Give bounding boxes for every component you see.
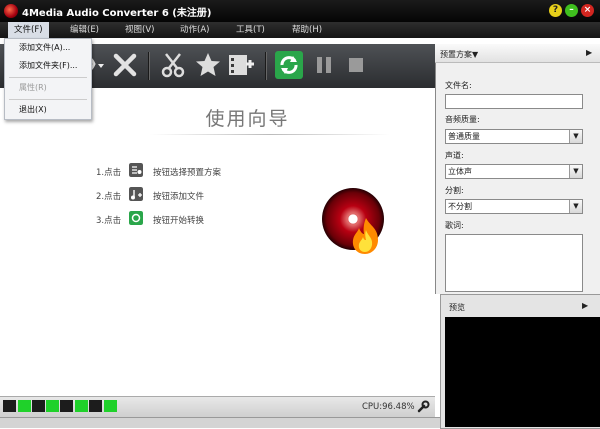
split-label: 分割: bbox=[445, 186, 464, 195]
cpu-meter-block bbox=[3, 400, 16, 412]
menu-file[interactable]: 文件(F) bbox=[8, 22, 49, 38]
chevron-down-icon: ▼ bbox=[569, 200, 582, 213]
quality-select[interactable]: 普通质量 ▼ bbox=[445, 129, 583, 144]
cpu-meter-block bbox=[89, 400, 102, 412]
panel-expand-icon[interactable]: ▶ bbox=[586, 48, 592, 57]
profile-icon bbox=[129, 163, 143, 177]
menu-edit[interactable]: 编辑(E) bbox=[64, 22, 105, 38]
step-1-number: 1.点击 bbox=[96, 168, 122, 178]
add-segment-button[interactable] bbox=[226, 50, 256, 80]
panel-header-title[interactable]: 预置方案▼ bbox=[440, 49, 478, 60]
cpu-meter-block bbox=[75, 400, 88, 412]
chevron-down-icon: ▼ bbox=[569, 165, 582, 178]
menu-separator bbox=[9, 99, 87, 100]
split-select[interactable]: 不分割 ▼ bbox=[445, 199, 583, 214]
menu-properties: 属性(R) bbox=[19, 83, 47, 92]
add-file-icon bbox=[129, 187, 143, 201]
filename-label: 文件名: bbox=[445, 81, 472, 90]
convert-button[interactable] bbox=[274, 50, 304, 80]
wrench-icon[interactable] bbox=[416, 400, 430, 414]
menu-tools[interactable]: 工具(T) bbox=[230, 22, 271, 38]
lyrics-label: 歌词: bbox=[445, 221, 464, 230]
preview-expand-icon[interactable]: ▶ bbox=[582, 301, 588, 310]
chevron-down-icon: ▼ bbox=[569, 130, 582, 143]
menu-exit[interactable]: 退出(X) bbox=[5, 102, 105, 118]
filename-input[interactable] bbox=[445, 94, 583, 109]
cpu-meter-block bbox=[18, 400, 31, 412]
window-title: 4Media Audio Converter 6 (未注册) bbox=[22, 8, 212, 19]
cpu-meter-block bbox=[32, 400, 45, 412]
cpu-usage-label: CPU:96.48% bbox=[362, 402, 415, 412]
menu-help[interactable]: 帮助(H) bbox=[286, 22, 328, 38]
remove-button[interactable] bbox=[110, 50, 140, 80]
app-logo-icon bbox=[4, 4, 18, 18]
pause-button[interactable] bbox=[309, 50, 339, 80]
toolbar-separator bbox=[265, 52, 267, 80]
channel-label: 声道: bbox=[445, 151, 464, 160]
step-2-number: 2.点击 bbox=[96, 192, 122, 202]
title-bar: 4Media Audio Converter 6 (未注册) ? – × bbox=[0, 0, 600, 22]
minimize-button[interactable]: – bbox=[565, 4, 578, 17]
cpu-meter-block bbox=[46, 400, 59, 412]
preview-label: 预览 bbox=[449, 303, 465, 312]
menu-separator bbox=[9, 77, 87, 78]
status-bar: CPU:96.48% bbox=[0, 396, 435, 417]
flame-icon bbox=[352, 218, 378, 254]
file-dropdown-menu: 添加文件(A)... 添加文件夹(F)... 属性(R) 退出(X) bbox=[4, 38, 92, 120]
preview-screen bbox=[445, 317, 600, 427]
step-1-text: 按钮选择预置方案 bbox=[153, 168, 222, 178]
menu-add-folder[interactable]: 添加文件夹(F)... bbox=[5, 58, 105, 74]
step-3-number: 3.点击 bbox=[96, 216, 122, 226]
quality-label: 音频质量: bbox=[445, 115, 480, 124]
lyrics-textarea[interactable] bbox=[445, 234, 583, 292]
cpu-meter-block bbox=[104, 400, 117, 412]
panel-header: 预置方案▼ ▶ bbox=[435, 44, 600, 63]
wizard-divider bbox=[150, 134, 390, 135]
step-2-text: 按钮添加文件 bbox=[153, 192, 205, 202]
close-window-button[interactable]: × bbox=[581, 4, 594, 17]
help-window-button[interactable]: ? bbox=[549, 4, 562, 17]
stop-button[interactable] bbox=[341, 50, 371, 80]
cpu-meter-block bbox=[60, 400, 73, 412]
menu-action[interactable]: 动作(A) bbox=[174, 22, 215, 38]
cut-button[interactable] bbox=[158, 50, 188, 80]
menu-bar: 文件(F) 编辑(E) 视图(V) 动作(A) 工具(T) 帮助(H) bbox=[0, 22, 600, 38]
effects-star-button[interactable] bbox=[193, 50, 223, 80]
menu-add-files[interactable]: 添加文件(A)... bbox=[5, 40, 105, 56]
step-3-text: 按钮开始转换 bbox=[153, 216, 205, 226]
convert-icon bbox=[129, 211, 143, 225]
menu-view[interactable]: 视图(V) bbox=[119, 22, 160, 38]
chevron-down-icon: ▼ bbox=[472, 50, 479, 59]
channel-select[interactable]: 立体声 ▼ bbox=[445, 164, 583, 179]
toolbar-separator bbox=[148, 52, 150, 80]
